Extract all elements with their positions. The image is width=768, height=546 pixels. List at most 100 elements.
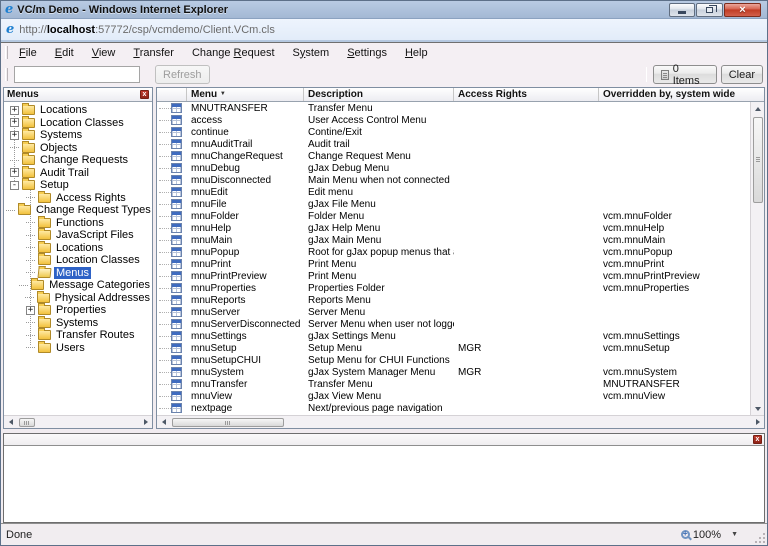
collapse-icon[interactable]: - [10,181,19,190]
menu-system[interactable]: System [284,45,339,61]
table-row[interactable]: mnuPropertiesProperties Foldervcm.mnuPro… [157,282,750,294]
tree-item-systems[interactable]: +Systems [4,129,152,142]
tree-line [25,297,34,298]
scroll-up-button[interactable] [751,102,764,115]
scroll-right-button[interactable] [139,416,152,429]
table-row[interactable]: mnuDebuggJax Debug Menu [157,162,750,174]
tree-item-physical-addresses[interactable]: Physical Addresses [4,292,152,305]
tree-item-menus[interactable]: Menus [4,267,152,280]
expand-icon[interactable]: + [10,131,19,140]
folder-icon [38,218,51,228]
table-row[interactable]: accessUser Access Control Menu [157,114,750,126]
table-row[interactable]: continueContine/Exit [157,126,750,138]
tree-item-locations[interactable]: Locations [4,242,152,255]
refresh-button[interactable]: Refresh [155,65,210,84]
address-bar[interactable]: e http://localhost:57772/csp/vcmdemo/Cli… [1,19,767,40]
close-button[interactable]: × [724,3,761,17]
search-input[interactable] [14,66,140,83]
scrollbar-thumb[interactable] [753,117,763,203]
scroll-down-button[interactable] [751,402,764,415]
table-row[interactable]: mnuAuditTrailAudit trail [157,138,750,150]
tree-item-properties[interactable]: +Properties [4,304,152,317]
expand-icon[interactable]: + [26,306,35,315]
tree-line [19,285,28,286]
restore-button[interactable] [696,3,723,17]
menu-settings[interactable]: Settings [338,45,396,61]
table-row[interactable]: mnuSetupCHUISetup Menu for CHUI Function… [157,354,750,366]
menu-edit[interactable]: Edit [46,45,83,61]
column-header-description[interactable]: Description [304,88,454,101]
tree-panel-close-icon[interactable]: x [140,90,149,99]
ie-icon-address: e [6,24,14,36]
menu-help[interactable]: Help [396,45,437,61]
tree-item-systems[interactable]: Systems [4,317,152,330]
expand-icon[interactable]: + [10,106,19,115]
table-row[interactable]: mnuSetupSetup MenuMGRvcm.mnuSetup [157,342,750,354]
tree-line [26,222,35,223]
items-count-button[interactable]: 0 Items [653,65,717,84]
menu-view[interactable]: View [83,45,125,61]
menu-change-request[interactable]: Change Request [183,45,284,61]
table-row[interactable]: MNUTRANSFERTransfer Menu [157,102,750,114]
grid-horizontal-scrollbar[interactable] [157,415,764,428]
tree-line [26,247,35,248]
tree-item-objects[interactable]: Objects [4,142,152,155]
column-header-menu[interactable]: Menu ▼ [187,88,304,101]
scroll-right-button[interactable] [751,416,764,429]
table-row[interactable]: mnuPrintPrint Menuvcm.mnuPrint [157,258,750,270]
tree-item-users[interactable]: Users [4,342,152,355]
table-row[interactable]: mnuFolderFolder Menuvcm.mnuFolder [157,210,750,222]
table-row[interactable]: mnuSystemgJax System Manager MenuMGRvcm.… [157,366,750,378]
menu-file[interactable]: File [10,45,46,61]
tree-item-change-requests[interactable]: Change Requests [4,154,152,167]
table-row[interactable]: nextpageNext/previous page navigation [157,402,750,414]
detail-panel-close-icon[interactable]: x [753,435,762,444]
expand-icon[interactable]: + [10,118,19,127]
menu-grid-icon [171,343,182,353]
table-row[interactable]: mnuPopupRoot for gJax popup menus that a… [157,246,750,258]
column-header-icon[interactable] [157,88,187,101]
table-row[interactable]: mnuServerDisconnectedServer Menu when us… [157,318,750,330]
expand-icon[interactable]: + [10,168,19,177]
table-row[interactable]: mnuFilegJax File Menu [157,198,750,210]
cell-description: Contine/Exit [304,127,454,138]
table-row[interactable]: mnuEditEdit menu [157,186,750,198]
clear-button[interactable]: Clear [721,65,763,84]
scroll-left-button[interactable] [157,416,170,429]
scroll-left-button[interactable] [4,416,17,429]
menu-transfer[interactable]: Transfer [124,45,183,61]
zoom-dropdown-icon[interactable]: ▼ [731,531,738,538]
tree-horizontal-scrollbar[interactable] [4,415,152,428]
tree-item-transfer-routes[interactable]: Transfer Routes [4,329,152,342]
grid-vertical-scrollbar[interactable] [750,102,764,415]
cell-menu-name: mnuDisconnected [187,175,304,186]
column-header-access-rights[interactable]: Access Rights [454,88,599,101]
table-row[interactable]: mnuTransferTransfer MenuMNUTRANSFER [157,378,750,390]
zoom-control[interactable]: 100% ▼ [681,529,738,541]
table-row[interactable]: mnuHelpgJax Help Menuvcm.mnuHelp [157,222,750,234]
table-row[interactable]: mnuMaingJax Main Menuvcm.mnuMain [157,234,750,246]
tree-item-javascript-files[interactable]: JavaScript Files [4,229,152,242]
tree-item-locations[interactable]: +Locations [4,104,152,117]
grid-panel: Menu ▼ Description Access Rights Overrid… [156,87,765,429]
scrollbar-thumb[interactable] [172,418,284,427]
table-row[interactable]: mnuPrintPreviewPrint Menuvcm.mnuPrintPre… [157,270,750,282]
minimize-button[interactable] [669,3,695,17]
tree-item-access-rights[interactable]: Access Rights [4,192,152,205]
table-row[interactable]: mnuReportsReports Menu [157,294,750,306]
tree-item-location-classes[interactable]: Location Classes [4,254,152,267]
tree-item-change-request-types[interactable]: Change Request Types [4,204,152,217]
tree-item-message-categories[interactable]: Message Categories [4,279,152,292]
table-row[interactable]: mnuChangeRequestChange Request Menu [157,150,750,162]
tree-item-functions[interactable]: Functions [4,217,152,230]
table-row[interactable]: mnuDisconnectedMain Menu when not connec… [157,174,750,186]
tree-item-audit-trail[interactable]: +Audit Trail [4,167,152,180]
column-header-overridden[interactable]: Overridden by, system wide [599,88,764,101]
scrollbar-thumb[interactable] [19,418,35,427]
tree-item-setup[interactable]: -Setup [4,179,152,192]
table-row[interactable]: mnuViewgJax View Menuvcm.mnuView [157,390,750,402]
table-row[interactable]: mnuSettingsgJax Settings Menuvcm.mnuSett… [157,330,750,342]
table-row[interactable]: mnuServerServer Menu [157,306,750,318]
tree-item-location-classes[interactable]: +Location Classes [4,117,152,130]
resize-grip[interactable] [763,541,765,543]
